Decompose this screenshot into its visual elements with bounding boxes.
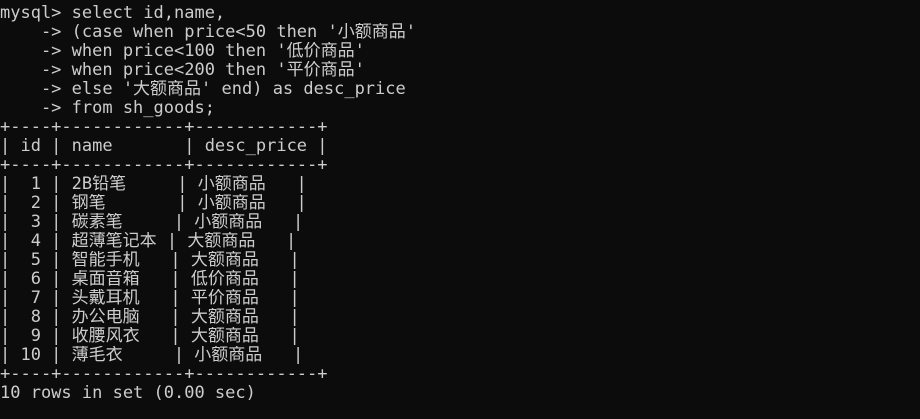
table-border: +----+------------+------------+ bbox=[0, 118, 328, 137]
table-row: | 3 | 碳素笔 | 小额商品 | bbox=[0, 213, 304, 232]
result-summary: 10 rows in set (0.00 sec) bbox=[0, 384, 256, 403]
sql-continuation-line: -> from sh_goods; bbox=[0, 99, 215, 118]
table-row: | 10 | 薄毛衣 | 小额商品 | bbox=[0, 346, 304, 365]
table-row: | 6 | 桌面音箱 | 低价商品 | bbox=[0, 270, 300, 289]
sql-continuation-line: -> (case when price<50 then '小额商品' bbox=[0, 23, 416, 42]
table-row: | 1 | 2B铅笔 | 小额商品 | bbox=[0, 175, 307, 194]
table-row: | 8 | 办公电脑 | 大额商品 | bbox=[0, 308, 300, 327]
table-row: | 4 | 超薄笔记本 | 大额商品 | bbox=[0, 232, 297, 251]
terminal-window[interactable]: mysql> select id,name, -> (case when pri… bbox=[0, 4, 920, 419]
table-row: | 5 | 智能手机 | 大额商品 | bbox=[0, 251, 300, 270]
table-row: | 2 | 钢笔 | 小额商品 | bbox=[0, 194, 307, 213]
sql-continuation-line: -> when price<100 then '低价商品' bbox=[0, 42, 365, 61]
table-border: +----+------------+------------+ bbox=[0, 156, 328, 175]
sql-continuation-line: -> else '大额商品' end) as desc_price bbox=[0, 80, 406, 99]
sql-continuation-line: -> when price<200 then '平价商品' bbox=[0, 61, 365, 80]
table-header-row: | id | name | desc_price | bbox=[0, 137, 328, 156]
table-row: | 9 | 收腰风衣 | 大额商品 | bbox=[0, 327, 300, 346]
table-border: +----+------------+------------+ bbox=[0, 365, 328, 384]
sql-prompt-line: mysql> select id,name, bbox=[0, 4, 226, 23]
table-row: | 7 | 头戴耳机 | 平价商品 | bbox=[0, 289, 300, 308]
